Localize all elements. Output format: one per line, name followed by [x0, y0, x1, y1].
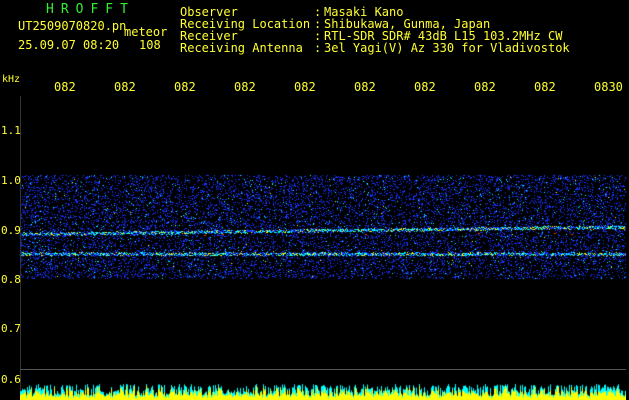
freq-tick: 1.1 [1, 124, 21, 137]
time-tick: 082 [234, 80, 256, 94]
signal-level-strip [20, 382, 626, 400]
info-key: Receiving Antenna [180, 41, 303, 55]
file-name: UT2509070820.pn [18, 19, 127, 33]
time-tick: 082 [174, 80, 196, 94]
time-tick: 082 [474, 80, 496, 94]
baseline-line [20, 369, 626, 370]
time-tick: 082 [294, 80, 316, 94]
freq-tick: 0.7 [1, 322, 21, 335]
meteor-count: 108 [139, 38, 161, 52]
time-tick: 082 [114, 80, 136, 94]
time-tick: 082 [354, 80, 376, 94]
spectrogram-canvas [0, 96, 629, 400]
frequency-unit-label: kHz [2, 74, 21, 85]
time-tick: 0830 [594, 80, 623, 94]
time-tick: 082 [54, 80, 76, 94]
mode-label: meteor [124, 25, 168, 39]
grid-line [20, 96, 21, 400]
freq-tick: 0.6 [1, 373, 21, 386]
freq-tick: 0.9 [1, 224, 21, 237]
time-tick: 082 [534, 80, 556, 94]
app-title: HROFFT [46, 2, 135, 17]
freq-tick: 0.8 [1, 273, 21, 286]
time-tick: 082 [414, 80, 436, 94]
date-time: 25.09.07 08:20 [18, 38, 120, 52]
info-value: 3el Yagi(V) Az 330 for Vladivostok [324, 41, 570, 55]
spectrogram-area [0, 96, 629, 400]
info-separator: : [314, 41, 322, 55]
info-antenna: Receiving Antenna:3el Yagi(V) Az 330 for… [180, 42, 570, 54]
freq-tick: 1.0 [1, 174, 21, 187]
